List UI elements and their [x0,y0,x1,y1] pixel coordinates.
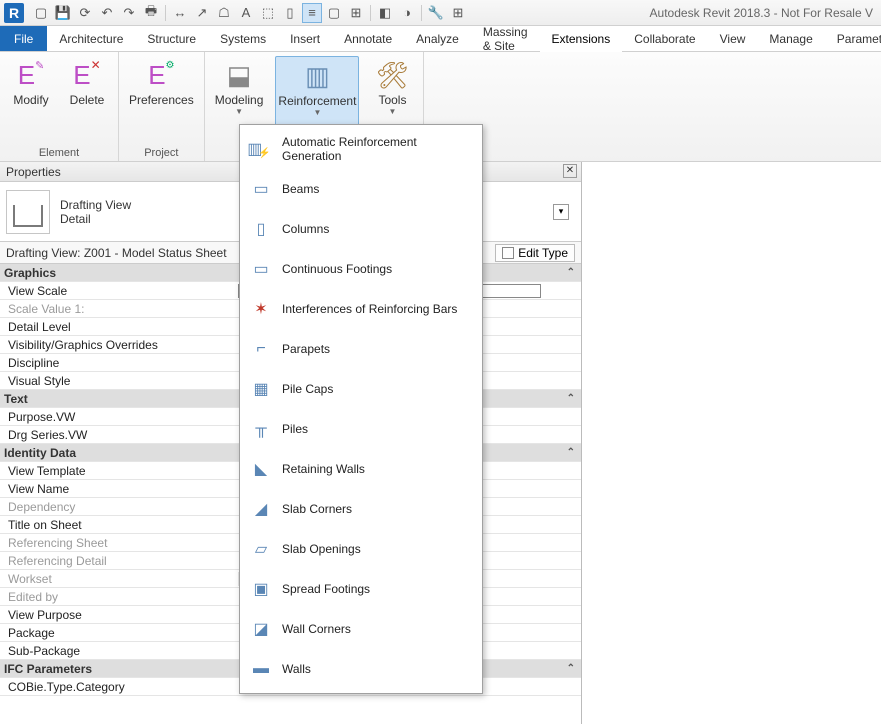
reinforcement-icon: ▥ [300,59,334,93]
beam-icon: ▭ [250,178,272,200]
align-icon[interactable]: ↗ [192,3,212,23]
tools-icon: 🛠 [375,58,409,92]
tab-parameter[interactable]: ParameterO [825,26,881,51]
text-icon[interactable]: A [236,3,256,23]
tab-file[interactable]: File [0,26,47,51]
ribbon-tabs: File Architecture Structure Systems Inse… [0,26,881,52]
tag-icon[interactable]: ☖ [214,3,234,23]
revit-logo-icon[interactable]: R [4,3,24,23]
slab-corner-icon: ◢ [250,498,272,520]
chevron-down-icon: ▼ [388,107,396,116]
tab-analyze[interactable]: Analyze [404,26,471,51]
menu-slab-corners[interactable]: ◢Slab Corners [240,489,482,529]
3d-icon[interactable]: ⬚ [258,3,278,23]
menu-wall-corners[interactable]: ◪Wall Corners [240,609,482,649]
chevron-down-icon[interactable]: ▾ [553,204,569,220]
pencil-e-icon: E✎ [14,58,48,92]
menu-spread-footings[interactable]: ▣Spread Footings [240,569,482,609]
menu-slab-openings[interactable]: ▱Slab Openings [240,529,482,569]
thin-lines-icon[interactable]: ≡ [302,3,322,23]
close-views-icon[interactable]: ▢ [324,3,344,23]
tab-systems[interactable]: Systems [208,26,278,51]
separator [370,5,371,21]
delete-button[interactable]: E✕ Delete [64,56,110,145]
modeling-icon: ⬓ [222,58,256,92]
reinforcement-dropdown-menu: ▥⚡Automatic Reinforcement Generation ▭Be… [239,124,483,694]
footing-icon: ▭ [250,258,272,280]
pile-cap-icon: ▦ [250,378,272,400]
ribbon-group-label: Element [39,145,79,159]
addin2-icon[interactable]: ◑ [397,3,417,23]
separator [165,5,166,21]
drawing-canvas[interactable] [582,162,881,724]
close-icon[interactable]: ✕ [563,164,577,178]
menu-retaining-walls[interactable]: ◣Retaining Walls [240,449,482,489]
menu-auto-reinforcement[interactable]: ▥⚡Automatic Reinforcement Generation [240,129,482,169]
addin3-icon[interactable]: ⊞ [448,3,468,23]
collapse-icon[interactable]: ⌃ [567,393,575,404]
tab-structure[interactable]: Structure [135,26,208,51]
tab-extensions[interactable]: Extensions [540,26,623,51]
tab-view[interactable]: View [708,26,758,51]
wall-corner-icon: ◪ [250,618,272,640]
undo-icon[interactable]: ↶ [97,3,117,23]
section-icon[interactable]: ▯ [280,3,300,23]
switch-windows-icon[interactable]: ⊞ [346,3,366,23]
modify-button[interactable]: E✎ Modify [8,56,54,145]
tab-collaborate[interactable]: Collaborate [622,26,707,51]
preferences-button[interactable]: E⚙ Preferences [127,56,196,145]
menu-continuous-footings[interactable]: ▭Continuous Footings [240,249,482,289]
menu-piles[interactable]: ╥Piles [240,409,482,449]
drafting-view-icon [6,190,50,234]
slab-opening-icon: ▱ [250,538,272,560]
chevron-down-icon: ▼ [235,107,243,116]
edit-type-button[interactable]: Edit Type [495,244,575,262]
parapet-icon: ⌐ [250,338,272,360]
quick-access-toolbar: R ▢ 💾 ⟳ ↶ ↷ 🖶 ↔ ↗ ☖ A ⬚ ▯ ≡ ▢ ⊞ ◧ ◑ 🔧 ⊞ … [0,0,881,26]
tab-manage[interactable]: Manage [757,26,824,51]
column-icon: ▯ [250,218,272,240]
addin1-icon[interactable]: ◧ [375,3,395,23]
tab-insert[interactable]: Insert [278,26,332,51]
tab-massing-site[interactable]: Massing & Site [471,26,540,51]
spread-footing-icon: ▣ [250,578,272,600]
menu-beams[interactable]: ▭Beams [240,169,482,209]
chevron-down-icon: ▼ [313,108,321,117]
measure-icon[interactable]: ↔ [170,3,190,23]
tab-annotate[interactable]: Annotate [332,26,404,51]
menu-pile-caps[interactable]: ▦Pile Caps [240,369,482,409]
pile-icon: ╥ [250,418,272,440]
menu-columns[interactable]: ▯Columns [240,209,482,249]
menu-interferences[interactable]: ✶Interferences of Reinforcing Bars [240,289,482,329]
ribbon-group-element: E✎ Modify E✕ Delete Element [0,52,119,161]
window-title: Autodesk Revit 2018.3 - Not For Resale V [650,6,877,20]
redo-icon[interactable]: ↷ [119,3,139,23]
collapse-icon[interactable]: ⌃ [567,663,575,674]
print-icon[interactable]: 🖶 [141,3,161,23]
ribbon-group-project: E⚙ Preferences Project [119,52,205,161]
save-icon[interactable]: 💾 [53,3,73,23]
settings-icon[interactable]: 🔧 [426,3,446,23]
retaining-wall-icon: ◣ [250,458,272,480]
tab-architecture[interactable]: Architecture [47,26,135,51]
menu-parapets[interactable]: ⌐Parapets [240,329,482,369]
separator [421,5,422,21]
open-icon[interactable]: ▢ [31,3,51,23]
sync-icon[interactable]: ⟳ [75,3,95,23]
collapse-icon[interactable]: ⌃ [567,267,575,278]
interference-icon: ✶ [250,298,272,320]
wall-icon: ▬ [250,658,272,680]
preferences-e-icon: E⚙ [144,58,178,92]
collapse-icon[interactable]: ⌃ [567,447,575,458]
column-lightning-icon: ▥⚡ [250,138,272,160]
ribbon-group-label: Project [144,145,178,159]
menu-walls[interactable]: ▬Walls [240,649,482,689]
delete-e-icon: E✕ [70,58,104,92]
